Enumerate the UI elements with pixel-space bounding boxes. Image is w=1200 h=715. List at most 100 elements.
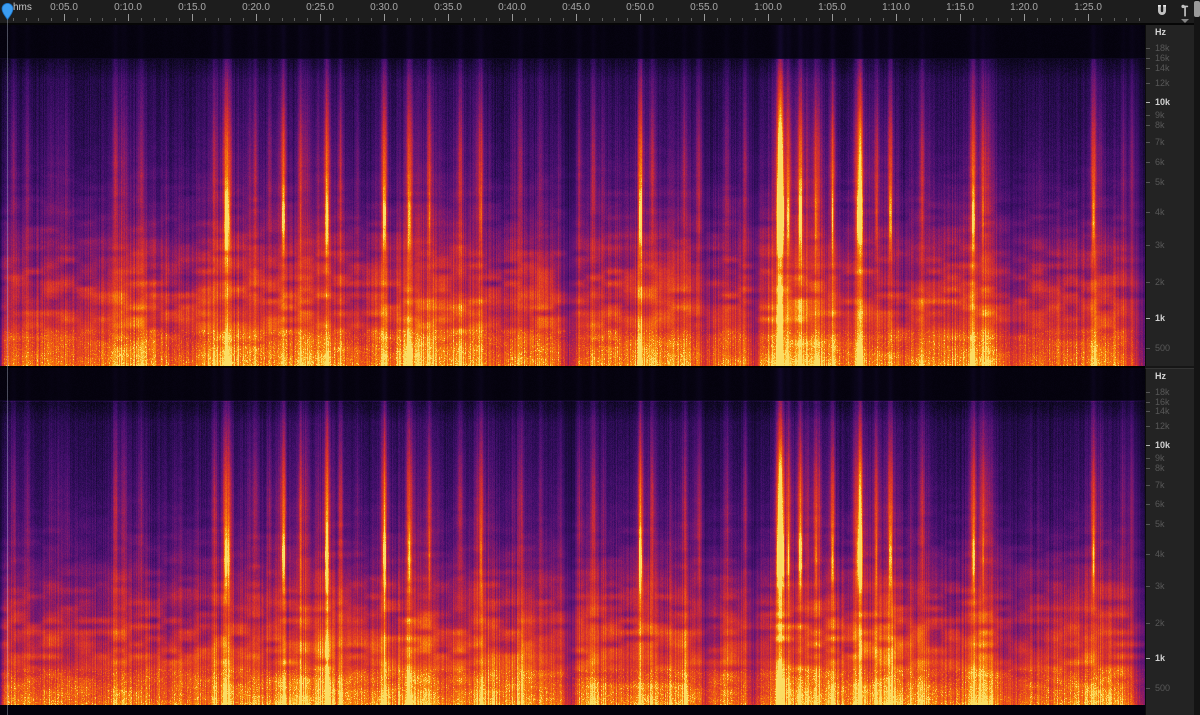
freq-tick-label-8k: 8k	[1155, 463, 1165, 473]
ruler-tick	[960, 14, 961, 21]
ruler-tick	[550, 18, 551, 21]
ruler-tick	[653, 18, 654, 21]
freq-tick-label-9k: 9k	[1155, 110, 1165, 120]
freq-tick-dash	[1146, 392, 1150, 393]
freq-tick-label-500: 500	[1155, 343, 1170, 353]
time-label: 0:20.0	[226, 2, 286, 13]
freq-tick-label-18k: 18k	[1155, 387, 1170, 397]
ruler-tick	[768, 14, 769, 21]
ruler-tick	[346, 18, 347, 21]
freq-tick-label-7k: 7k	[1155, 137, 1165, 147]
time-label: 0:55.0	[674, 2, 734, 13]
ruler-tick	[538, 18, 539, 21]
freq-tick-dash	[1146, 458, 1150, 459]
freq-tick-label-18k: 18k	[1155, 43, 1170, 53]
freq-tick-label-1k: 1k	[1155, 313, 1165, 323]
freq-tick-label-6k: 6k	[1155, 157, 1165, 167]
ruler-tick	[1024, 14, 1025, 21]
freq-tick-dash	[1146, 115, 1150, 116]
time-label: 1:00.0	[738, 2, 798, 13]
ruler-tick	[1037, 18, 1038, 21]
time-label: 0:25.0	[290, 2, 350, 13]
freq-tick-label-10k: 10k	[1155, 97, 1170, 107]
freq-tick-dash	[1146, 318, 1150, 319]
ruler-tick	[1126, 18, 1127, 21]
ruler-tick	[922, 18, 923, 21]
freq-tick-dash	[1146, 688, 1150, 689]
freq-tick-label-5k: 5k	[1155, 177, 1165, 187]
time-label: 0:10.0	[98, 2, 158, 13]
freq-unit-label: Hz	[1155, 371, 1166, 381]
freq-tick-dash	[1146, 586, 1150, 587]
ruler-tick	[499, 18, 500, 21]
ruler-tick	[614, 18, 615, 21]
ruler-tick	[1088, 14, 1089, 21]
ruler-tick	[282, 18, 283, 21]
ruler-tick	[602, 18, 603, 21]
spectral-editor: hms 0:05.00:10.00:15.00:20.00:25.00:30.0…	[0, 0, 1200, 715]
time-label: 1:05.0	[802, 2, 862, 13]
ruler-tick	[806, 18, 807, 21]
timeline-ruler[interactable]: hms 0:05.00:10.00:15.00:20.00:25.00:30.0…	[0, 0, 1200, 25]
freq-tick-label-12k: 12k	[1155, 78, 1170, 88]
playhead-marker[interactable]	[1, 3, 14, 25]
freq-tick-label-8k: 8k	[1155, 120, 1165, 130]
ruler-tick	[781, 18, 782, 21]
freq-tick-dash	[1146, 504, 1150, 505]
scale-options-arrow[interactable]	[1181, 19, 1189, 23]
time-label: 0:15.0	[162, 2, 222, 13]
ruler-tick	[307, 18, 308, 21]
freq-tick-dash	[1146, 245, 1150, 246]
freq-tick-label-3k: 3k	[1155, 240, 1165, 250]
ruler-tick	[128, 14, 129, 21]
ruler-tick	[486, 18, 487, 21]
ruler-tick	[986, 18, 987, 21]
freq-tick-label-4k: 4k	[1155, 549, 1165, 559]
frequency-scale-channel-1[interactable]: Hz18k16k14k12k10k9k8k7k6k5k4k3k2k1k500	[1145, 25, 1194, 366]
time-label: 1:20.0	[994, 2, 1054, 13]
magnet-snap-icon[interactable]	[1155, 3, 1169, 19]
ruler-tick	[1050, 18, 1051, 21]
ruler-tick	[115, 18, 116, 21]
freq-tick-dash	[1146, 162, 1150, 163]
ruler-tick	[934, 18, 935, 21]
ruler-tick	[512, 14, 513, 21]
ruler-tick	[998, 18, 999, 21]
ruler-tick	[51, 18, 52, 21]
freq-tick-label-5k: 5k	[1155, 519, 1165, 529]
freq-tick-dash	[1146, 658, 1150, 659]
spectrogram-channel-1[interactable]	[0, 25, 1145, 366]
ruler-tick	[666, 18, 667, 21]
ruler-tick	[410, 18, 411, 21]
ruler-tick	[858, 18, 859, 21]
freq-tick-dash	[1146, 468, 1150, 469]
freq-tick-dash	[1146, 402, 1150, 403]
ruler-tick	[845, 18, 846, 21]
vertical-scrollbar[interactable]	[1194, 0, 1200, 715]
freq-tick-label-12k: 12k	[1155, 421, 1170, 431]
vertical-scrollbar-thumb[interactable]	[1194, 1, 1200, 17]
freq-tick-label-7k: 7k	[1155, 480, 1165, 490]
ruler-tick	[576, 14, 577, 21]
ruler-tick	[678, 18, 679, 21]
frequency-scale-channel-2[interactable]: Hz18k16k14k12k10k9k8k7k6k5k4k3k2k1k500	[1145, 368, 1194, 715]
ruler-tick	[77, 18, 78, 21]
spectrogram-channel-2[interactable]	[0, 368, 1145, 715]
time-label: 0:30.0	[354, 2, 414, 13]
ruler-tick	[64, 14, 65, 21]
time-label: 1:15.0	[930, 2, 990, 13]
ruler-tick	[218, 18, 219, 21]
freq-tick-label-16k: 16k	[1155, 53, 1170, 63]
ruler-tick	[448, 14, 449, 21]
freq-tick-dash	[1146, 282, 1150, 283]
freq-tick-label-14k: 14k	[1155, 63, 1170, 73]
ruler-tick	[384, 14, 385, 21]
ruler-tick	[704, 14, 705, 21]
time-label: 0:45.0	[546, 2, 606, 13]
time-label: 1:25.0	[1058, 2, 1118, 13]
freq-tick-dash	[1146, 212, 1150, 213]
ruler-tick	[38, 18, 39, 21]
pin-icon[interactable]	[1178, 3, 1192, 19]
ruler-tick	[230, 18, 231, 21]
ruler-tick	[730, 18, 731, 21]
